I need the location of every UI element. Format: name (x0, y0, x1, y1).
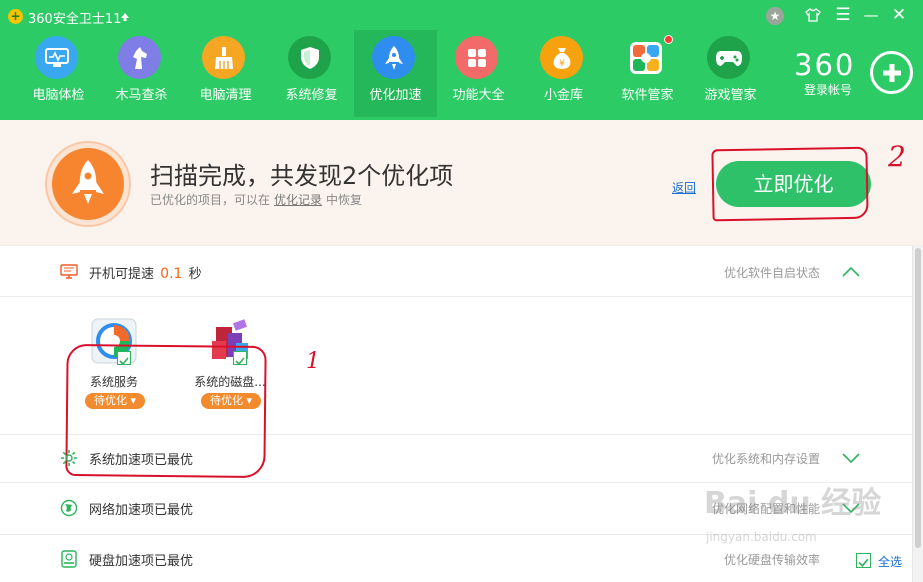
startup-items: 系统服务 待优化 ▾ 系统的磁盘... 待优化 ▾ 1 (0, 297, 912, 479)
minimize-icon[interactable]: — (858, 4, 884, 26)
nav-label: 功能大全 (452, 88, 505, 103)
nav-label: 电脑体检 (32, 88, 85, 103)
nav-item-games[interactable]: 游戏管家 (689, 30, 772, 117)
nav-item-cleanup[interactable]: 电脑清理 (184, 30, 267, 117)
summary-sub-prefix: 已优化的项目，可以在 (150, 193, 271, 207)
nav-item-trojan[interactable]: 木马查杀 (100, 30, 183, 117)
network-section[interactable]: 网络加速项已最优 优化网络配置和性能 (0, 483, 912, 535)
nav-label: 系统修复 (285, 88, 338, 103)
optimize-history-link[interactable]: 优化记录 (274, 193, 322, 207)
nav-label: 游戏管家 (704, 88, 757, 103)
plus-icon[interactable] (870, 51, 913, 94)
shirt-icon[interactable] (800, 4, 826, 26)
horse-icon (118, 36, 161, 79)
account-area[interactable]: 360 登录帐号 (790, 46, 923, 106)
rocket-badge-icon (44, 140, 132, 228)
summary-sub-suffix: 中恢复 (326, 193, 363, 207)
startup-desc: 优化软件自启状态 (723, 266, 820, 280)
main-nav: 电脑体检 木马查杀 电脑清理 系统修复 优化加速 功能大全 ¥ 小金库 软件管家… (0, 30, 790, 120)
nav-label: 木马查杀 (115, 88, 168, 103)
rocket-icon (372, 36, 415, 79)
nav-label: 优化加速 (369, 88, 422, 103)
back-link[interactable]: 返回 (672, 179, 696, 196)
annotation-number-2: 2 (888, 140, 906, 173)
monitor-checkup-icon (35, 36, 78, 79)
app-title: 360安全卫士11 (28, 12, 122, 27)
nav-item-vault[interactable]: ¥ 小金库 (522, 30, 605, 117)
optimization-list: 开机可提速 0.1 秒 优化软件自启状态 系统服务 待优化 ▾ 系统的磁盘...… (0, 246, 912, 582)
medal-icon[interactable]: ★ (762, 2, 788, 28)
system-desc: 优化系统和内存设置 (711, 452, 820, 466)
header: + 360安全卫士11 ★ ☰ — ✕ 电脑体检 木马查杀 电脑清理 系统修复 … (0, 0, 923, 120)
disk-desc: 优化硬盘传输效率 (723, 553, 820, 567)
chevron-up-icon[interactable] (842, 266, 860, 278)
nav-label: 电脑清理 (199, 88, 252, 103)
scrollbar-thumb[interactable] (915, 248, 921, 548)
select-all-label[interactable]: 全选 (878, 553, 902, 570)
chevron-down-icon[interactable] (842, 452, 860, 464)
select-all-checkbox[interactable] (856, 553, 871, 568)
upgrade-arrow-icon[interactable] (120, 12, 130, 22)
nav-item-repair[interactable]: 系统修复 (270, 30, 353, 117)
nav-label: 软件管家 (621, 88, 674, 103)
grid-icon (455, 36, 498, 79)
money-bag-icon: ¥ (540, 36, 583, 79)
scrollbar[interactable] (912, 246, 923, 582)
nav-item-speedup[interactable]: 优化加速 (354, 30, 437, 117)
broom-icon (202, 36, 245, 79)
login-label[interactable]: 登录帐号 (804, 81, 852, 98)
nav-item-checkup[interactable]: 电脑体检 (17, 30, 100, 117)
network-desc: 优化网络配置和性能 (711, 502, 820, 516)
brand-360-logo: 360 (794, 48, 856, 82)
svg-text:¥: ¥ (559, 59, 565, 69)
summary-title: 扫描完成，共发现2个优化项 (150, 162, 454, 190)
gamepad-icon (707, 36, 750, 79)
menu-icon[interactable]: ☰ (830, 4, 856, 26)
chevron-down-icon[interactable] (842, 502, 860, 514)
app-window: + 360安全卫士11 ★ ☰ — ✕ 电脑体检 木马查杀 电脑清理 系统修复 … (0, 0, 923, 582)
annotation-number-1: 1 (306, 349, 320, 374)
disk-section[interactable]: 硬盘加速项已最优 优化硬盘传输效率 (0, 535, 912, 582)
software-manager-icon (624, 36, 667, 79)
title-bar[interactable]: + 360安全卫士11 ★ ☰ — ✕ (0, 0, 923, 30)
startup-section[interactable]: 开机可提速 0.1 秒 优化软件自启状态 (0, 246, 912, 297)
annotation-box-2 (711, 146, 869, 222)
select-all[interactable]: 全选 (856, 552, 916, 572)
scan-summary: 扫描完成，共发现2个优化项 已优化的项目，可以在 优化记录 中恢复 返回 立即优化 (0, 120, 923, 246)
nav-label: 小金库 (543, 88, 583, 103)
app-logo-icon: + (8, 9, 23, 24)
nav-item-software[interactable]: 软件管家 (606, 30, 689, 117)
notification-dot (664, 35, 673, 44)
shield-icon (288, 36, 331, 79)
summary-subtitle: 已优化的项目，可以在 优化记录 中恢复 (150, 191, 362, 208)
close-icon[interactable]: ✕ (886, 4, 912, 26)
system-section[interactable]: 系统加速项已最优 优化系统和内存设置 (0, 435, 912, 483)
nav-item-features[interactable]: 功能大全 (437, 30, 520, 117)
